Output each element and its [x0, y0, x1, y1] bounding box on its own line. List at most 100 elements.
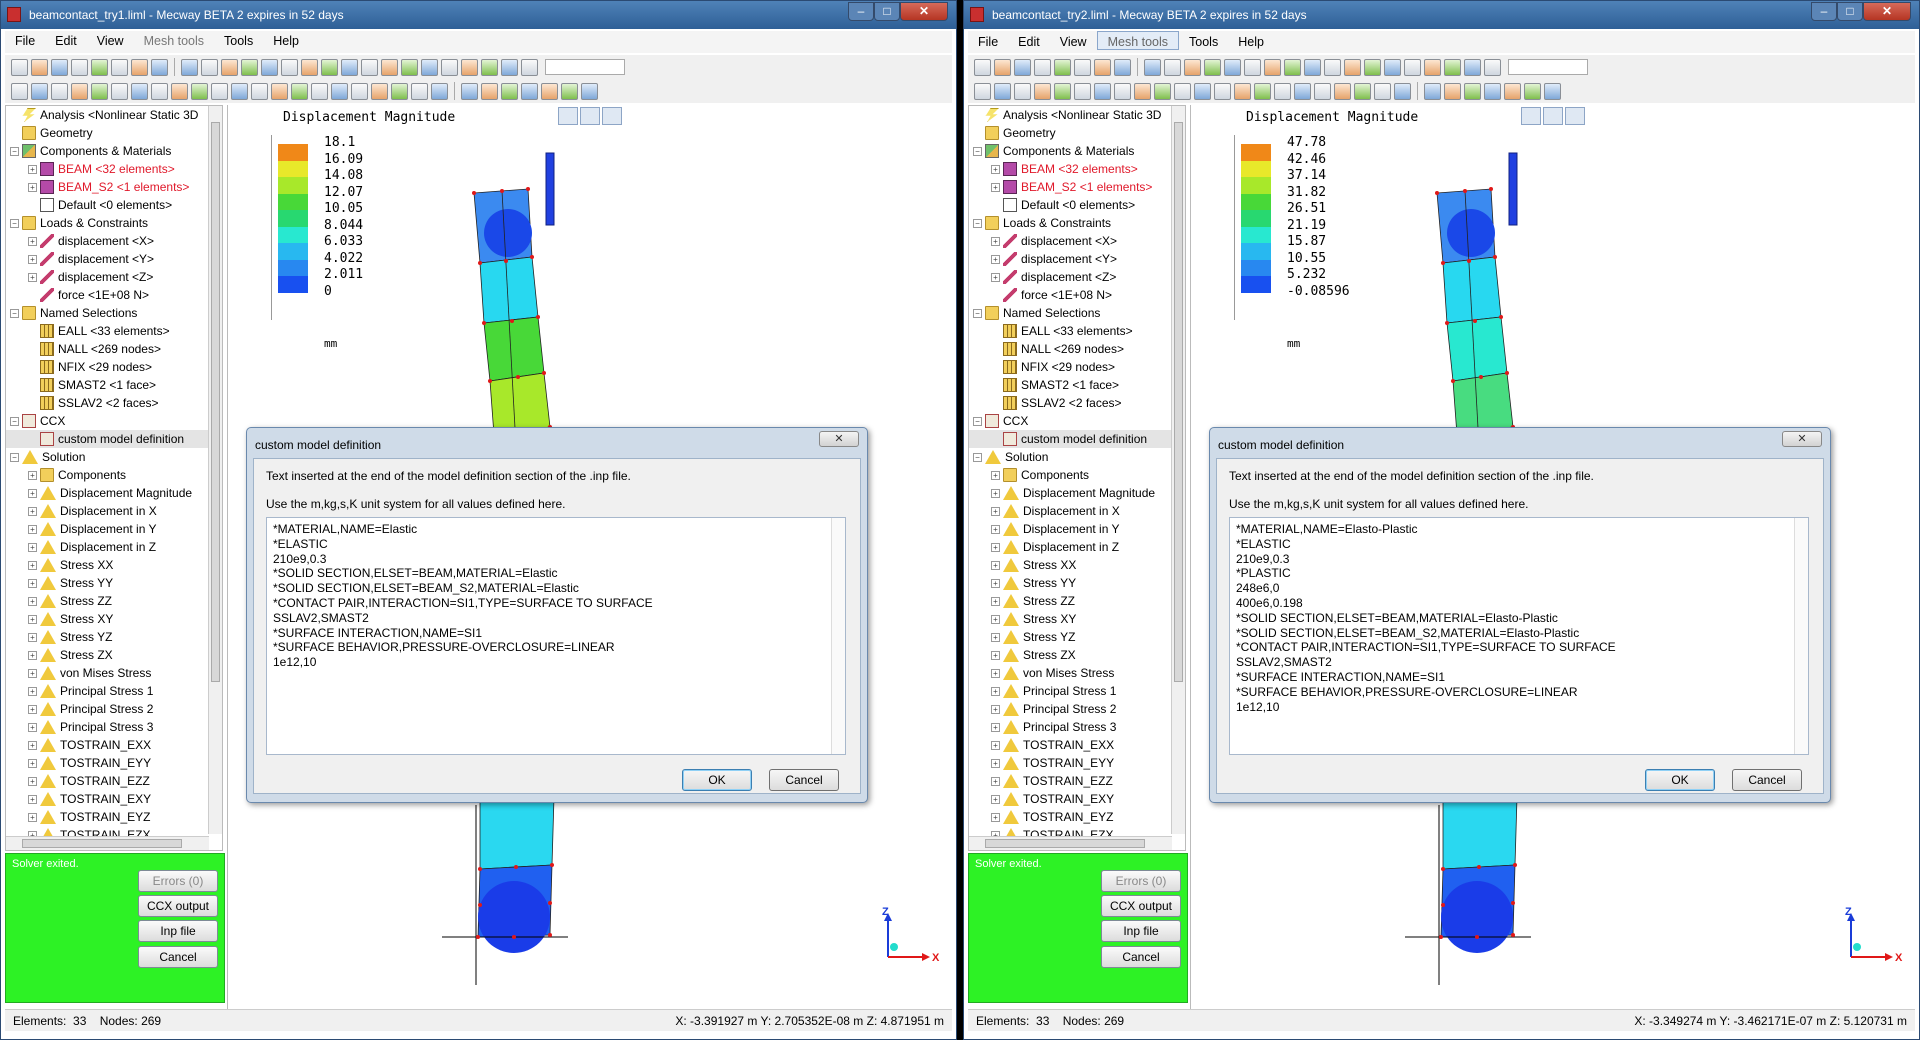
- ccx-output-button[interactable]: CCX output: [1101, 895, 1181, 917]
- tree-item[interactable]: SMAST2 <1 face>: [6, 376, 222, 394]
- toolbar-tool-icon[interactable]: [31, 82, 48, 100]
- close-button[interactable]: ✕: [1863, 2, 1911, 21]
- toolbar-tool-icon[interactable]: [1394, 82, 1411, 100]
- tree-item[interactable]: + Displacement in Y: [969, 520, 1185, 538]
- toolbar-tool-icon[interactable]: [1254, 82, 1271, 100]
- expand-toggle-icon[interactable]: +: [28, 758, 37, 768]
- expand-toggle-icon[interactable]: +: [991, 740, 1000, 750]
- expand-toggle-icon[interactable]: +: [28, 650, 37, 660]
- toolbar-tool-icon[interactable]: [401, 58, 418, 76]
- title-bar[interactable]: beamcontact_try1.liml - Mecway BETA 2 ex…: [1, 1, 956, 29]
- toolbar-tool-icon[interactable]: [1184, 58, 1201, 76]
- expand-toggle-icon[interactable]: +: [28, 578, 37, 588]
- tree-item[interactable]: + Displacement in X: [969, 502, 1185, 520]
- minimize-button[interactable]: –: [1811, 2, 1837, 21]
- tree-item[interactable]: + TOSTRAIN_EXY: [969, 790, 1185, 808]
- cancel-button[interactable]: Cancel: [1732, 769, 1802, 791]
- close-button[interactable]: ✕: [900, 2, 948, 21]
- tree-item[interactable]: + TOSTRAIN_EYZ: [6, 808, 222, 826]
- toolbar-tool-icon[interactable]: [1034, 58, 1051, 76]
- menu-mesh-tools[interactable]: Mesh tools: [1096, 31, 1180, 50]
- text-scrollbar[interactable]: [1794, 518, 1808, 754]
- 3d-viewport[interactable]: Displacement Magnitude 47.78 42.46 37.14 31…: [1190, 105, 1916, 1009]
- inp-file-button[interactable]: Inp file: [1101, 920, 1181, 942]
- expand-toggle-icon[interactable]: −: [10, 452, 19, 462]
- toolbar-tool-icon[interactable]: [1274, 82, 1291, 100]
- tree-item[interactable]: + displacement <Y>: [969, 250, 1185, 268]
- toolbar-tool-icon[interactable]: [1264, 58, 1281, 76]
- toolbar-tool-icon[interactable]: [1404, 58, 1421, 76]
- tree-item[interactable]: + BEAM_S2 <1 elements>: [969, 178, 1185, 196]
- cancel-button[interactable]: Cancel: [769, 769, 839, 791]
- tree-item[interactable]: + Principal Stress 2: [969, 700, 1185, 718]
- toolbar-tool-icon[interactable]: [211, 82, 228, 100]
- tree-item[interactable]: + displacement <Z>: [6, 268, 222, 286]
- menu-edit[interactable]: Edit: [45, 31, 87, 48]
- toolbar-tool-icon[interactable]: [1544, 82, 1561, 100]
- toolbar-tool-icon[interactable]: [521, 82, 538, 100]
- expand-toggle-icon[interactable]: −: [10, 146, 19, 156]
- solver-cancel-button[interactable]: Cancel: [1101, 946, 1181, 968]
- tree-horizontal-scrollbar[interactable]: [6, 836, 209, 850]
- toolbar-tool-icon[interactable]: [151, 82, 168, 100]
- expand-toggle-icon[interactable]: +: [991, 542, 1000, 552]
- tree-item[interactable]: + TOSTRAIN_EYY: [969, 754, 1185, 772]
- tree-item[interactable]: + Stress ZX: [969, 646, 1185, 664]
- toolbar-tool-icon[interactable]: [171, 82, 188, 100]
- scale-slider[interactable]: [545, 59, 625, 75]
- tree-item[interactable]: − Named Selections: [969, 304, 1185, 322]
- toolbar-tool-icon[interactable]: [1334, 82, 1351, 100]
- toolbar-tool-icon[interactable]: [1174, 82, 1191, 100]
- toolbar-tool-icon[interactable]: [1424, 58, 1441, 76]
- tree-item[interactable]: + von Mises Stress: [6, 664, 222, 682]
- ccx-output-button[interactable]: CCX output: [138, 895, 218, 917]
- toolbar-tool-icon[interactable]: [241, 58, 258, 76]
- expand-toggle-icon[interactable]: −: [973, 452, 982, 462]
- expand-toggle-icon[interactable]: +: [991, 812, 1000, 822]
- tree-item[interactable]: − CCX: [969, 412, 1185, 430]
- ok-button[interactable]: OK: [682, 769, 752, 791]
- toolbar-tool-icon[interactable]: [1094, 82, 1111, 100]
- view-shaded-icon[interactable]: [602, 107, 622, 125]
- toolbar-tool-icon[interactable]: [391, 82, 408, 100]
- tree-item[interactable]: + Stress ZZ: [6, 592, 222, 610]
- tree-item[interactable]: + Stress ZX: [6, 646, 222, 664]
- toolbar-tool-icon[interactable]: [1314, 82, 1331, 100]
- tree-item[interactable]: Analysis <Nonlinear Static 3D: [6, 106, 222, 124]
- tree-item[interactable]: + Stress ZZ: [969, 592, 1185, 610]
- tree-item[interactable]: + TOSTRAIN_EXY: [6, 790, 222, 808]
- toolbar-tool-icon[interactable]: [361, 58, 378, 76]
- text-scrollbar[interactable]: [831, 518, 845, 754]
- toolbar-tool-icon[interactable]: [351, 82, 368, 100]
- tree-item[interactable]: + Stress XY: [6, 610, 222, 628]
- expand-toggle-icon[interactable]: +: [991, 272, 1000, 282]
- toolbar-tool-icon[interactable]: [151, 58, 168, 76]
- toolbar-tool-icon[interactable]: [371, 82, 388, 100]
- tree-item[interactable]: custom model definition: [6, 430, 222, 448]
- toolbar-tool-icon[interactable]: [1224, 58, 1241, 76]
- toolbar-tool-icon[interactable]: [441, 58, 458, 76]
- toolbar-tool-icon[interactable]: [1054, 58, 1071, 76]
- expand-toggle-icon[interactable]: +: [991, 704, 1000, 714]
- tree-item[interactable]: + Displacement Magnitude: [6, 484, 222, 502]
- expand-toggle-icon[interactable]: +: [28, 686, 37, 696]
- toolbar-tool-icon[interactable]: [111, 58, 128, 76]
- dialog-close-icon[interactable]: ✕: [819, 431, 859, 447]
- errors-button[interactable]: Errors (0): [1101, 870, 1181, 892]
- tree-item[interactable]: + BEAM_S2 <1 elements>: [6, 178, 222, 196]
- tree-item[interactable]: + BEAM <32 elements>: [969, 160, 1185, 178]
- tree-item[interactable]: Geometry: [969, 124, 1185, 142]
- toolbar-tool-icon[interactable]: [1114, 82, 1131, 100]
- menu-file[interactable]: File: [5, 31, 45, 48]
- maximize-button[interactable]: □: [874, 2, 900, 21]
- expand-toggle-icon[interactable]: +: [28, 272, 37, 282]
- expand-toggle-icon[interactable]: +: [28, 812, 37, 822]
- tree-item[interactable]: − Solution: [6, 448, 222, 466]
- view-cube-icon[interactable]: [558, 107, 578, 125]
- tree-item[interactable]: + Principal Stress 1: [969, 682, 1185, 700]
- tree-item[interactable]: − Components & Materials: [969, 142, 1185, 160]
- tree-item[interactable]: + Stress XY: [969, 610, 1185, 628]
- toolbar-tool-icon[interactable]: [201, 58, 218, 76]
- toolbar-tool-icon[interactable]: [1444, 82, 1461, 100]
- toolbar-tool-icon[interactable]: [1464, 82, 1481, 100]
